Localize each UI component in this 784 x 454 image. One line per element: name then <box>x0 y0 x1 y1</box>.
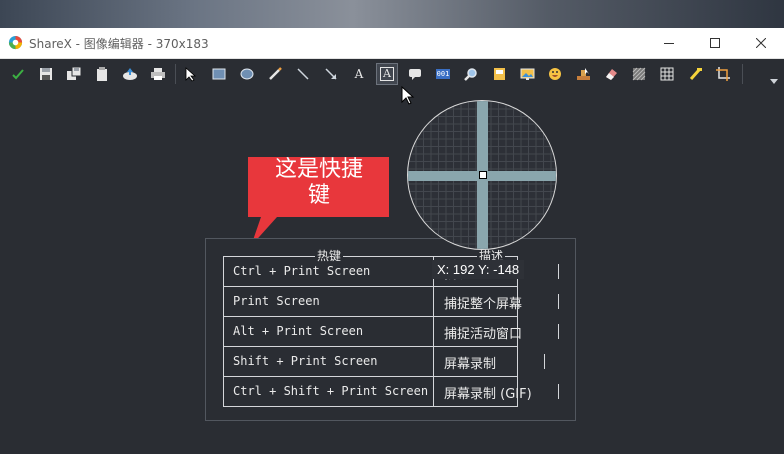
table-edge-mark <box>544 354 545 369</box>
upload-icon[interactable] <box>119 63 141 85</box>
step-number-icon[interactable]: 001 <box>432 63 454 85</box>
editor-toolbar: A A 001 <box>0 59 784 89</box>
maximize-button[interactable] <box>692 28 738 58</box>
cursor-stamp-icon[interactable] <box>572 63 594 85</box>
freehand-icon[interactable] <box>264 63 286 85</box>
arrow-icon[interactable] <box>320 63 342 85</box>
table-edge-mark <box>558 264 559 279</box>
save-icon[interactable] <box>35 63 57 85</box>
sharex-logo-icon <box>8 35 23 50</box>
header-hotkey: 热键 <box>315 249 344 263</box>
table-edge-mark <box>558 384 559 399</box>
maximize-icon <box>710 38 720 48</box>
minimize-button[interactable] <box>646 28 692 58</box>
table-edge-mark <box>558 294 559 309</box>
description-text: 捕捉活动窗口 <box>444 327 523 342</box>
print-icon[interactable] <box>147 63 169 85</box>
close-icon <box>756 38 766 48</box>
pixelate-icon[interactable] <box>656 63 678 85</box>
callout-text: 这是快捷 键 <box>274 157 363 208</box>
window-title: ShareX - 图像编辑器 - 370x183 <box>29 37 209 51</box>
crop-icon[interactable] <box>712 63 734 85</box>
toolbar-separator <box>175 64 176 84</box>
description-text: 捕捉整个屏幕 <box>444 297 523 312</box>
magnifier-loupe <box>407 100 557 250</box>
magnify-icon[interactable] <box>460 63 482 85</box>
desktop-background <box>0 0 784 28</box>
hotkey-text: Print Screen <box>233 294 320 308</box>
save-as-icon[interactable] <box>63 63 85 85</box>
toolbar-overflow-icon[interactable] <box>770 79 778 85</box>
step-number-label: 001 <box>435 69 451 79</box>
select-cursor-icon[interactable] <box>180 63 202 85</box>
image-icon[interactable] <box>516 63 538 85</box>
table-edge-mark <box>558 324 559 339</box>
highlight-icon[interactable] <box>684 63 706 85</box>
cursor-coordinates: X: 192 Y: -148 <box>432 260 525 279</box>
text-background-label: A <box>380 67 394 81</box>
checkmark-icon[interactable] <box>7 63 29 85</box>
hotkey-text: Shift + Print Screen <box>233 354 378 368</box>
text-outline-icon[interactable]: A <box>348 63 370 85</box>
close-button[interactable] <box>738 28 784 58</box>
minimize-icon <box>664 43 674 44</box>
eraser-icon[interactable] <box>600 63 622 85</box>
emoji-icon[interactable] <box>544 63 566 85</box>
mouse-pointer-icon <box>401 86 415 105</box>
text-outline-label: A <box>354 67 364 81</box>
speech-balloon-icon[interactable] <box>404 63 426 85</box>
toolbar-separator <box>742 64 743 84</box>
window-titlebar[interactable]: ShareX - 图像编辑器 - 370x183 <box>0 28 784 59</box>
description-text: 屏幕录制 <box>444 357 497 372</box>
text-background-icon[interactable]: A <box>376 63 398 85</box>
hotkey-text: Ctrl + Print Screen <box>233 264 371 278</box>
hotkey-text: Ctrl + Shift + Print Screen <box>233 384 429 398</box>
hotkey-text: Alt + Print Screen <box>233 324 364 338</box>
crosshair-center <box>479 171 487 179</box>
sticker-icon[interactable] <box>488 63 510 85</box>
ellipse-icon[interactable] <box>236 63 258 85</box>
line-icon[interactable] <box>292 63 314 85</box>
copy-icon[interactable] <box>91 63 113 85</box>
description-text: 屏幕录制 (GIF) <box>444 387 532 402</box>
rectangle-icon[interactable] <box>208 63 230 85</box>
blur-icon[interactable] <box>628 63 650 85</box>
